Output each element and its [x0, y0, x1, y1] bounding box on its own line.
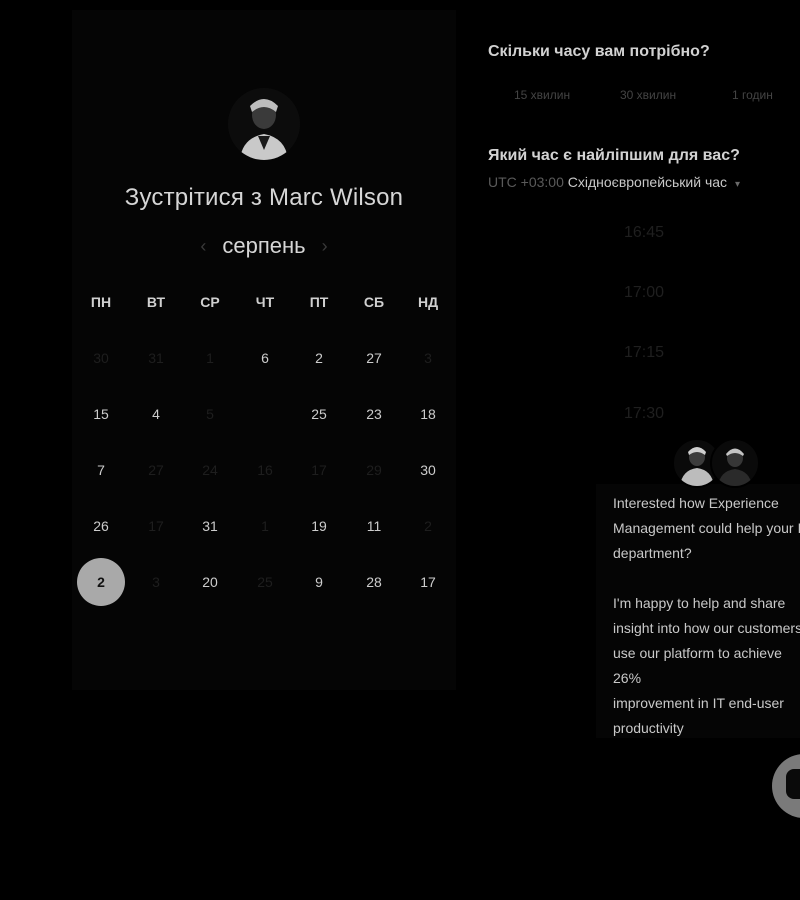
meeting-title: Зустрітися з Marc Wilson	[124, 184, 404, 211]
time-slot[interactable]: 16:45	[560, 224, 728, 242]
calendar-day: 5	[206, 406, 214, 422]
agent-avatar	[710, 438, 760, 488]
host-avatar	[228, 88, 300, 160]
chat-launcher-button[interactable]	[772, 754, 800, 818]
time-slot[interactable]: 17:30	[560, 405, 728, 423]
chat-message-text: I'm happy to help and share insight into…	[613, 595, 800, 736]
calendar-day: 31	[148, 350, 164, 366]
weekday-header: НД	[417, 294, 439, 310]
time-question: Який час є найліпшим для вас?	[488, 147, 740, 164]
calendar-day: 25	[257, 574, 273, 590]
weekday-header: ВТ	[146, 294, 166, 310]
calendar-day[interactable]: 17	[408, 572, 448, 592]
duration-option-60[interactable]: 1 годин	[732, 88, 773, 102]
calendar-day[interactable]: 2	[299, 348, 339, 368]
calendar-day: 1	[261, 518, 269, 534]
calendar-day: 24	[202, 462, 218, 478]
chat-bubble-icon	[786, 769, 800, 799]
calendar-day[interactable]: 7	[81, 460, 121, 480]
time-slot[interactable]: 17:15	[560, 344, 728, 362]
calendar-day[interactable]: 15	[81, 404, 121, 424]
calendar-day: 27	[148, 462, 164, 478]
month-navigation: ‹ серпень ›	[72, 232, 456, 260]
weekday-header: ПТ	[309, 294, 329, 310]
calendar-day: 3	[152, 574, 160, 590]
chevron-down-icon: ▾	[734, 179, 740, 190]
calendar-day: 3	[424, 350, 432, 366]
calendar-day[interactable]: 27	[354, 348, 394, 368]
weekday-header: СР	[200, 294, 220, 310]
calendar-day[interactable]: 26	[81, 516, 121, 536]
calendar-day: 1	[206, 350, 214, 366]
calendar-day[interactable]: 9	[299, 572, 339, 592]
duration-question: Скільки часу вам потрібно?	[488, 43, 710, 60]
calendar-day-selected[interactable]: 2	[77, 558, 125, 606]
timezone-name: Східноєвропейський час	[567, 174, 728, 190]
duration-option-15[interactable]: 15 хвилин	[514, 88, 570, 102]
calendar-day[interactable]: 30	[408, 460, 448, 480]
calendar-day: 16	[257, 462, 273, 478]
timezone-offset: UTC +03:00	[488, 174, 564, 190]
calendar-day[interactable]: 18	[408, 404, 448, 424]
calendar-day[interactable]: 6	[245, 348, 285, 368]
calendar-day: 29	[366, 462, 382, 478]
agent-avatars	[672, 438, 762, 490]
calendar-day: 30	[93, 350, 109, 366]
calendar-day: 2	[424, 518, 432, 534]
chat-message-text: Interested how Experience Management cou…	[613, 495, 800, 561]
calendar-day[interactable]: 19	[299, 516, 339, 536]
weekday-header: ЧТ	[255, 294, 275, 310]
calendar-day[interactable]: 4	[136, 404, 176, 424]
calendar-day[interactable]: 28	[354, 572, 394, 592]
calendar-day[interactable]: 20	[190, 572, 230, 592]
calendar-day: 17	[311, 462, 327, 478]
calendar-day[interactable]: 11	[354, 516, 394, 536]
calendar-day: 17	[148, 518, 164, 534]
timezone-select[interactable]: UTC +03:00 Східноєвропейський час ▾	[488, 174, 740, 190]
chevron-right-icon[interactable]: ›	[322, 236, 328, 257]
weekday-header: СБ	[363, 294, 385, 310]
chevron-left-icon[interactable]: ‹	[200, 236, 206, 257]
calendar-day[interactable]: 25	[299, 404, 339, 424]
duration-option-30[interactable]: 30 хвилин	[620, 88, 676, 102]
weekday-header: ПН	[90, 294, 112, 310]
month-label: серпень	[222, 233, 306, 258]
calendar-day[interactable]: 31	[190, 516, 230, 536]
calendar-day[interactable]: 23	[354, 404, 394, 424]
time-slot[interactable]: 17:00	[560, 284, 728, 302]
